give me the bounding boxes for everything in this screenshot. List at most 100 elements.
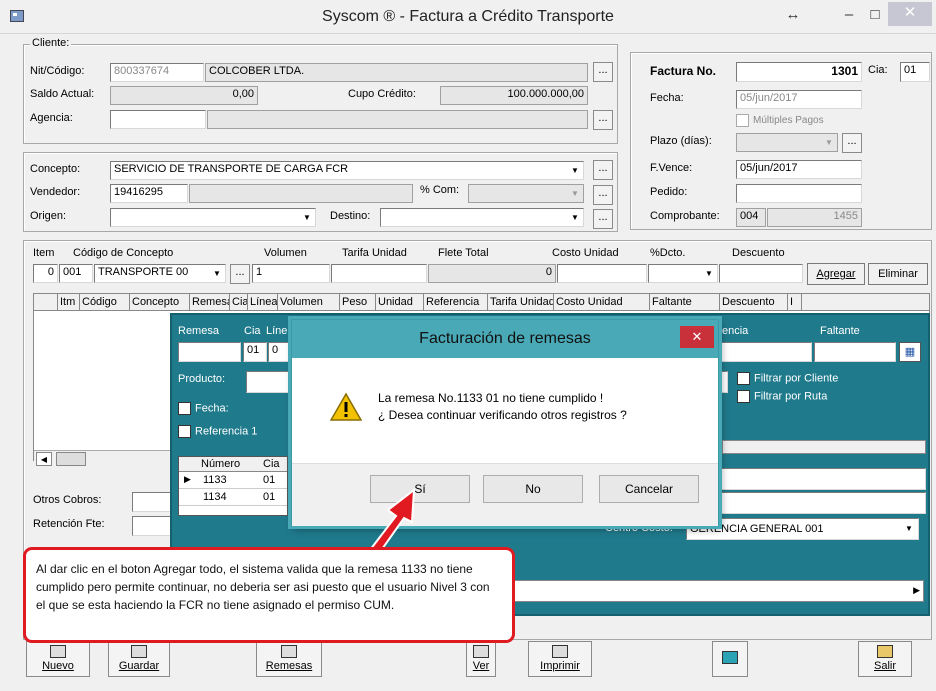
remesa-detail-field-2[interactable] — [719, 492, 926, 514]
vendedor-field[interactable]: 19416295 — [110, 184, 188, 203]
chevron-down-icon: ▼ — [705, 269, 713, 278]
guardar-button[interactable]: Guardar — [108, 641, 170, 677]
table-row[interactable]: ▶ 1133 01 — [179, 473, 287, 489]
imprimir-label: Imprimir — [540, 660, 580, 672]
calendar-icon[interactable]: ▦ — [899, 342, 921, 362]
fecha-field[interactable]: 05/jun/2017 — [736, 90, 862, 109]
destino-select[interactable]: ▼ — [380, 208, 584, 227]
comprobante-num-field: 1455 — [767, 208, 862, 227]
grid-col-header[interactable]: Línea — [248, 294, 278, 310]
agencia-label: Agencia: — [30, 112, 73, 124]
item-number-field[interactable]: 0 — [33, 264, 58, 283]
grid-col-header[interactable]: Itm — [58, 294, 80, 310]
fecha-filter-checkbox[interactable]: Fecha: — [178, 402, 229, 415]
grid-col-header[interactable]: Descuento — [720, 294, 788, 310]
resize-icon[interactable]: ↔ — [778, 4, 808, 26]
no-button[interactable]: No — [483, 475, 583, 503]
title-bar: Syscom ® - Factura a Crédito Transporte … — [0, 0, 936, 34]
nit-field[interactable]: 800337674 — [110, 63, 204, 82]
concepto-browse-button[interactable]: ... — [593, 160, 613, 180]
chevron-down-icon: ▼ — [905, 524, 913, 533]
cia-field[interactable]: 01 — [900, 62, 930, 82]
grid-col-header[interactable]: Costo Unidad — [554, 294, 650, 310]
close-button[interactable]: ✕ — [888, 2, 932, 26]
exit-door-icon — [877, 645, 893, 658]
nuevo-button[interactable]: Nuevo — [26, 641, 90, 677]
grid-col-header[interactable]: Concepto — [130, 294, 190, 310]
client-browse-button[interactable]: ... — [593, 62, 613, 82]
col-costo: Costo Unidad — [552, 247, 619, 259]
grid-col-header[interactable]: Peso — [340, 294, 376, 310]
confirm-dialog: Facturación de remesas ✕ La remesa No.11… — [291, 319, 719, 526]
cia-label: Cia: — [868, 64, 888, 76]
cancel-button[interactable]: Cancelar — [599, 475, 699, 503]
grid-col-header[interactable]: Cia — [230, 294, 248, 310]
tarifa-field[interactable] — [331, 264, 427, 283]
calculator-button[interactable] — [712, 641, 748, 677]
vendedor-name-field — [189, 184, 413, 203]
annotation-callout: Al dar clic en el boton Agregar todo, el… — [23, 547, 515, 643]
remesa-field[interactable] — [178, 342, 241, 362]
remesa-linea-field[interactable]: 0 — [268, 342, 292, 362]
grid-col-header[interactable]: Referencia — [424, 294, 488, 310]
scroll-thumb[interactable] — [56, 452, 86, 466]
remesa-cia-field[interactable]: 01 — [243, 342, 267, 362]
list-cell-numero: 1133 — [203, 474, 227, 486]
plazo-browse-button[interactable]: ... — [842, 133, 862, 153]
com-browse-button[interactable]: ... — [593, 185, 613, 205]
multiples-pagos-checkbox[interactable]: Múltiples Pagos — [736, 114, 824, 127]
plazo-select[interactable]: ▼ — [736, 133, 838, 152]
salir-button[interactable]: Salir — [858, 641, 912, 677]
chevron-down-icon: ▼ — [571, 189, 579, 198]
agencia-code-field[interactable] — [110, 110, 206, 129]
grid-col-header[interactable]: Tarifa Unidad — [488, 294, 554, 310]
grid-col-header[interactable]: I — [788, 294, 802, 310]
remesa-detail-field-1[interactable] — [719, 468, 926, 490]
descuento-field[interactable] — [719, 264, 803, 283]
grid-col-header[interactable]: Remesa — [190, 294, 230, 310]
cia-col-label: Cia — [244, 325, 261, 337]
item-concepto-select[interactable]: TRANSPORTE 00 ▼ — [94, 264, 226, 283]
factura-no-field[interactable]: 1301 — [736, 62, 862, 82]
fvence-field[interactable]: 05/jun/2017 — [736, 160, 862, 179]
dialog-close-button[interactable]: ✕ — [680, 326, 714, 348]
filtrar-ruta-checkbox[interactable]: Filtrar por Ruta — [737, 390, 827, 403]
retencion-label: Retención Fte: — [33, 518, 105, 530]
filtrar-cliente-checkbox[interactable]: ✓ Filtrar por Cliente — [737, 372, 838, 385]
multiples-pagos-check-icon — [736, 114, 749, 127]
item-code-field[interactable]: 001 — [59, 264, 93, 283]
faltante-filter-field[interactable] — [814, 342, 896, 362]
volumen-field[interactable]: 1 — [252, 264, 330, 283]
producto-field[interactable] — [246, 371, 294, 393]
table-row[interactable]: 1134 01 — [179, 490, 287, 506]
dcto-select[interactable]: ▼ — [648, 264, 718, 283]
com-select[interactable]: ▼ — [468, 184, 584, 203]
pedido-field[interactable] — [736, 184, 862, 203]
grid-col-header[interactable]: Código — [80, 294, 130, 310]
grid-col-header[interactable]: Volumen — [278, 294, 340, 310]
grid-col-header[interactable]: Faltante — [650, 294, 720, 310]
grid-col-header[interactable]: Unidad — [376, 294, 424, 310]
faltante-col-label: Faltante — [820, 325, 860, 337]
col-descuento: Descuento — [732, 247, 785, 259]
costo-field[interactable] — [557, 264, 647, 283]
maximize-button[interactable]: □ — [860, 4, 890, 26]
imprimir-button[interactable]: Imprimir — [528, 641, 592, 677]
list-col-cia: Cia — [263, 458, 280, 470]
origen-select[interactable]: ▼ — [110, 208, 316, 227]
item-browse-button[interactable]: ... — [230, 264, 250, 284]
agregar-button[interactable]: Agregar — [807, 263, 865, 285]
referencia-filter-field[interactable] — [712, 342, 812, 362]
ver-button[interactable]: Ver — [466, 641, 496, 677]
referencia-filter-checkbox[interactable]: Referencia 1 — [178, 425, 257, 438]
scroll-left-icon[interactable]: ◀ — [36, 452, 52, 466]
centro-costo-select[interactable]: GERENCIA GENERAL 001 ▼ — [686, 518, 919, 540]
remesas-button[interactable]: Remesas — [256, 641, 322, 677]
agencia-browse-button[interactable]: ... — [593, 110, 613, 130]
flete-field: 0 — [428, 264, 556, 283]
concepto-select[interactable]: SERVICIO DE TRANSPORTE DE CARGA FCR ▼ — [110, 161, 584, 180]
dialog-message-line2: ¿ Desea continuar verificando otros regi… — [378, 408, 627, 422]
destino-browse-button[interactable]: ... — [593, 209, 613, 229]
scroll-right-icon[interactable]: ▶ — [913, 585, 920, 596]
eliminar-button[interactable]: Eliminar — [868, 263, 928, 285]
